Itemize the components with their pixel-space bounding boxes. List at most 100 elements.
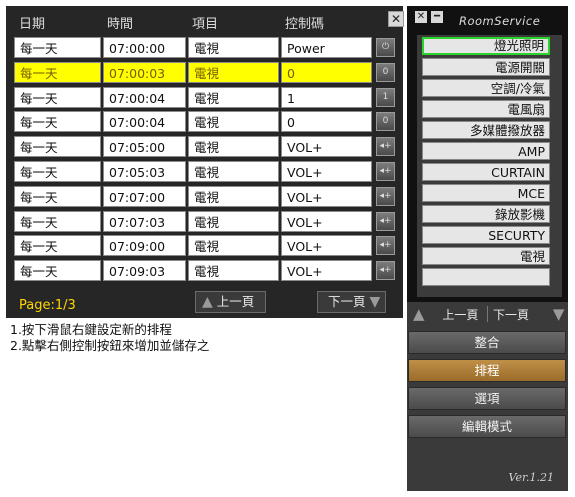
table-row[interactable]: 每一天 07:00:04 電視 1 1 bbox=[14, 86, 397, 108]
edit-mode-button[interactable]: 編輯模式 bbox=[408, 415, 566, 438]
cell-time[interactable]: 07:09:03 bbox=[103, 260, 186, 282]
cell-control-code[interactable]: VOL+ bbox=[281, 136, 372, 158]
table-row[interactable]: 每一天 07:00:04 電視 0 0 bbox=[14, 111, 397, 133]
cell-control-code[interactable]: VOL+ bbox=[281, 161, 372, 182]
integrate-button[interactable]: 整合 bbox=[408, 331, 566, 354]
device-button[interactable]: CURTAIN bbox=[422, 163, 550, 181]
header-time: 時間 bbox=[107, 17, 134, 32]
cell-item[interactable]: 電視 bbox=[188, 161, 279, 182]
device-button[interactable]: 燈光照明 bbox=[422, 37, 550, 55]
cell-item[interactable]: 電視 bbox=[188, 111, 279, 133]
table-row[interactable]: 每一天 07:09:00 電視 VOL+ ◂+ bbox=[14, 235, 397, 257]
digit-0-icon[interactable]: 0 bbox=[376, 112, 395, 132]
prev-page-label: 上一頁 bbox=[216, 294, 255, 309]
cell-time[interactable]: 07:00:03 bbox=[103, 61, 186, 83]
cell-day[interactable]: 每一天 bbox=[14, 185, 101, 207]
header-control-code: 控制碼 bbox=[285, 17, 325, 32]
device-next-page-button[interactable]: 下一頁 ▼ bbox=[493, 303, 564, 325]
cell-time[interactable]: 07:00:04 bbox=[103, 111, 186, 133]
device-button[interactable]: AMP bbox=[422, 142, 550, 160]
volume-up-icon[interactable]: ◂+ bbox=[376, 162, 395, 181]
cell-day[interactable]: 每一天 bbox=[14, 260, 101, 282]
table-row[interactable]: 每一天 07:07:03 電視 VOL+ ◂+ bbox=[14, 210, 397, 232]
help-line-2: 2.點擊右側控制按鈕來增加並儲存之 bbox=[10, 338, 210, 353]
cell-control-code[interactable]: VOL+ bbox=[281, 185, 372, 207]
cell-item[interactable]: 電視 bbox=[188, 136, 279, 158]
help-line-1: 1.按下滑鼠右鍵設定新的排程 bbox=[10, 322, 172, 337]
cell-day[interactable]: 每一天 bbox=[14, 86, 101, 108]
cell-time[interactable]: 07:07:03 bbox=[103, 210, 186, 232]
cell-control-code[interactable]: VOL+ bbox=[281, 235, 372, 257]
cell-control-code[interactable]: 1 bbox=[281, 86, 372, 108]
cell-item[interactable]: 電視 bbox=[188, 210, 279, 232]
prev-page-button[interactable]: ▲ 上一頁 bbox=[195, 291, 266, 313]
device-button[interactable]: 電風扇 bbox=[422, 100, 550, 118]
device-button[interactable]: 空調/冷氣 bbox=[422, 79, 550, 97]
device-button[interactable]: 電源開關 bbox=[422, 58, 550, 76]
next-page-label: 下一頁 bbox=[328, 294, 366, 309]
device-button[interactable] bbox=[422, 268, 550, 286]
options-button[interactable]: 選項 bbox=[408, 387, 566, 410]
cell-day[interactable]: 每一天 bbox=[14, 37, 101, 58]
cell-item[interactable]: 電視 bbox=[188, 61, 279, 83]
volume-up-icon[interactable]: ◂+ bbox=[376, 137, 395, 157]
cell-time[interactable]: 07:00:00 bbox=[103, 37, 186, 58]
table-row[interactable]: 每一天 07:07:00 電視 VOL+ ◂+ bbox=[14, 185, 397, 207]
up-arrow-icon: ▲ bbox=[202, 294, 213, 310]
cell-day[interactable]: 每一天 bbox=[14, 161, 101, 182]
cell-time[interactable]: 07:05:03 bbox=[103, 161, 186, 182]
cell-item[interactable]: 電視 bbox=[188, 260, 279, 282]
help-text: 1.按下滑鼠右鍵設定新的排程 2.點擊右側控制按鈕來增加並儲存之 bbox=[10, 322, 209, 354]
volume-up-icon[interactable]: ◂+ bbox=[376, 211, 395, 231]
close-icon[interactable]: ✕ bbox=[388, 11, 404, 27]
minimize-icon[interactable]: ━ bbox=[431, 11, 443, 23]
cell-control-code[interactable]: 0 bbox=[281, 61, 372, 83]
cell-time[interactable]: 07:09:00 bbox=[103, 235, 186, 257]
digit-0-icon[interactable]: 0 bbox=[376, 62, 395, 82]
cell-item[interactable]: 電視 bbox=[188, 37, 279, 58]
cell-control-code[interactable]: 0 bbox=[281, 111, 372, 133]
power-icon[interactable]: ⏻ bbox=[376, 38, 395, 57]
volume-up-icon[interactable]: ◂+ bbox=[376, 236, 395, 256]
cell-item[interactable]: 電視 bbox=[188, 185, 279, 207]
cell-control-code[interactable]: VOL+ bbox=[281, 210, 372, 232]
cell-day[interactable]: 每一天 bbox=[14, 111, 101, 133]
cell-time[interactable]: 07:05:00 bbox=[103, 136, 186, 158]
device-list: 燈光照明電源開關空調/冷氣電風扇多媒體撥放器 AMP CURTAIN MCE 錄放影機 S… bbox=[417, 35, 562, 297]
digit-1-icon[interactable]: 1 bbox=[376, 87, 395, 107]
table-row[interactable]: 每一天 07:00:03 電視 0 0 bbox=[14, 61, 397, 83]
close-icon[interactable]: ✕ bbox=[415, 11, 427, 23]
volume-up-icon[interactable]: ◂+ bbox=[376, 261, 395, 281]
device-button[interactable]: SECURTY bbox=[422, 226, 550, 244]
cell-day[interactable]: 每一天 bbox=[14, 136, 101, 158]
cell-day[interactable]: 每一天 bbox=[14, 210, 101, 232]
cell-time[interactable]: 07:00:04 bbox=[103, 86, 186, 108]
schedule-button[interactable]: 排程 bbox=[408, 359, 566, 382]
device-button[interactable]: MCE bbox=[422, 184, 550, 202]
room-service-header: ✕ ━ RoomService 燈光照明 電源開關 空調/冷氣 電風扇 多媒體撥放器 AM… bbox=[407, 6, 568, 302]
table-row[interactable]: 每一天 07:05:00 電視 VOL+ ◂+ bbox=[14, 136, 397, 158]
next-page-button[interactable]: 下一頁 ▼ bbox=[317, 291, 386, 313]
device-button[interactable]: 錄放影機 bbox=[422, 205, 550, 223]
device-prev-page-button[interactable]: ▲ 上一頁 bbox=[413, 303, 478, 325]
table-row[interactable]: 每一天 07:00:00 電視 Power ⏻ bbox=[14, 37, 397, 58]
device-next-label: 下一頁 bbox=[493, 308, 530, 322]
device-prev-label: 上一頁 bbox=[442, 308, 479, 322]
up-arrow-icon: ▲ bbox=[413, 305, 425, 323]
schedule-panel: 日期 時間 項目 控制碼 ✕ 每一天 07:00:00 電視 Power ⏻ 每一天 07:… bbox=[6, 6, 404, 318]
device-button[interactable]: 電視 bbox=[422, 247, 550, 265]
cell-item[interactable]: 電視 bbox=[188, 86, 279, 108]
cell-control-code[interactable]: VOL+ bbox=[281, 260, 372, 282]
volume-up-icon[interactable]: ◂+ bbox=[376, 186, 395, 206]
nav-divider bbox=[487, 306, 488, 322]
cell-day[interactable]: 每一天 bbox=[14, 235, 101, 257]
down-arrow-icon: ▼ bbox=[369, 294, 381, 310]
device-button[interactable]: 多媒體撥放器 bbox=[422, 121, 550, 139]
table-row[interactable]: 每一天 07:05:03 電視 VOL+ ◂+ bbox=[14, 161, 397, 182]
table-row[interactable]: 每一天 07:09:03 電視 VOL+ ◂+ bbox=[14, 260, 397, 282]
cell-item[interactable]: 電視 bbox=[188, 235, 279, 257]
version-label: Ver.1.21 bbox=[508, 471, 554, 484]
cell-time[interactable]: 07:07:00 bbox=[103, 185, 186, 207]
cell-control-code[interactable]: Power bbox=[281, 37, 372, 58]
cell-day[interactable]: 每一天 bbox=[14, 61, 101, 83]
